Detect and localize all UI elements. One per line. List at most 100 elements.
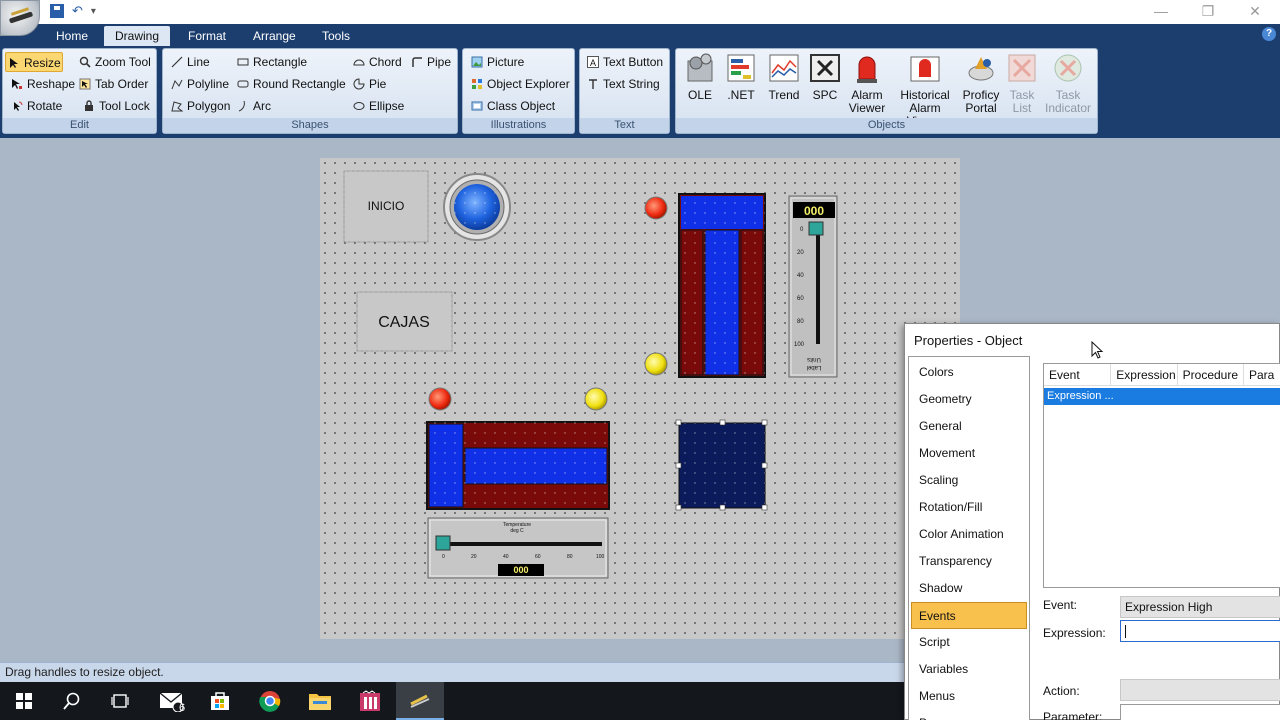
chord-button[interactable]: Chord <box>351 52 402 72</box>
polygon-button[interactable]: Polygon <box>169 96 230 116</box>
category-movement[interactable]: Movement <box>909 440 1029 467</box>
ifix-drawing-app[interactable] <box>396 682 444 720</box>
zoom-tool-button[interactable]: Zoom Tool <box>77 52 151 72</box>
store-app[interactable] <box>196 682 244 720</box>
text-button-button[interactable]: A Text Button <box>585 52 663 72</box>
line-button[interactable]: Line <box>169 52 210 72</box>
group-label-edit: Edit <box>3 118 156 133</box>
minimize-icon[interactable]: — <box>1138 3 1184 19</box>
category-colors[interactable]: Colors <box>909 359 1029 386</box>
round-rectangle-button[interactable]: Round Rectangle <box>235 74 346 94</box>
close-icon[interactable]: ✕ <box>1232 3 1278 20</box>
category-scaling[interactable]: Scaling <box>909 467 1029 494</box>
undo-icon[interactable]: ↶ <box>72 3 83 19</box>
picture-button[interactable]: Picture <box>469 52 524 72</box>
tab-drawing[interactable]: Drawing <box>104 26 170 46</box>
selected-square-object[interactable] <box>675 419 768 511</box>
ellipse-button[interactable]: Ellipse <box>351 96 404 116</box>
qat-dropdown-icon[interactable]: ▾ <box>91 6 96 17</box>
mouse-cursor-icon <box>1091 341 1104 359</box>
vertical-conveyor-graphic[interactable] <box>678 193 766 378</box>
zoom-tool-label: Zoom Tool <box>95 55 151 69</box>
horizontal-slider[interactable]: Temperature deg C 0 20 40 60 80 100 000 <box>427 517 609 579</box>
events-grid[interactable]: Event Expression Procedure Para Expressi… <box>1043 363 1280 588</box>
reshape-button[interactable]: Reshape <box>9 74 75 94</box>
hslider-tick-0: 0 <box>442 554 445 560</box>
vslider-tick-60: 60 <box>797 296 804 302</box>
action-dropdown[interactable] <box>1120 679 1280 701</box>
class-object-button[interactable]: Class Object <box>469 96 555 116</box>
vertical-slider[interactable]: 000 0 20 40 60 80 100 Label Units <box>788 195 838 378</box>
category-events[interactable]: Events <box>911 602 1027 629</box>
task-view-button[interactable] <box>96 682 144 720</box>
col-procedure[interactable]: Procedure <box>1178 364 1244 385</box>
category-script[interactable]: Script <box>909 629 1029 656</box>
arc-button[interactable]: Arc <box>235 96 271 116</box>
category-proper[interactable]: Proper <box>909 710 1029 720</box>
task-indicator-button[interactable]: Task Indicator <box>1042 51 1094 115</box>
category-shadow[interactable]: Shadow <box>909 575 1029 602</box>
alarm-viewer-button[interactable]: Alarm Viewer <box>846 51 888 115</box>
parameter-input[interactable] <box>1120 704 1280 720</box>
expression-input[interactable] <box>1120 620 1280 642</box>
category-rotation-fill[interactable]: Rotation/Fill <box>909 494 1029 521</box>
chrome-app[interactable] <box>246 682 294 720</box>
rotate-label: Rotate <box>27 99 63 113</box>
text-string-button[interactable]: Text String <box>585 74 660 94</box>
inicio-button[interactable]: INICIO <box>343 170 429 243</box>
proficy-portal-button[interactable]: Proficy Portal <box>960 51 1002 115</box>
save-icon[interactable] <box>50 4 64 18</box>
net-button[interactable]: .NET <box>722 51 760 102</box>
blue-push-button[interactable] <box>443 173 511 241</box>
tab-format[interactable]: Format <box>178 26 236 46</box>
start-button[interactable] <box>0 682 48 720</box>
rectangle-button[interactable]: Rectangle <box>235 52 307 72</box>
mail-app[interactable]: 6 <box>148 682 196 720</box>
col-expression[interactable]: Expression <box>1111 364 1178 385</box>
resize-button[interactable]: Resize <box>5 52 63 72</box>
object-explorer-button[interactable]: Object Explorer <box>469 74 570 94</box>
tool-lock-button[interactable]: Tool Lock <box>81 96 150 116</box>
tab-tools[interactable]: Tools <box>312 26 360 46</box>
tab-home[interactable]: Home <box>46 26 98 46</box>
events-grid-row[interactable]: Expression ... <box>1044 388 1280 405</box>
hslider-tick-80: 80 <box>567 554 573 560</box>
event-dropdown[interactable]: Expression High <box>1120 596 1280 618</box>
task-list-icon <box>1006 51 1038 85</box>
col-parameter[interactable]: Para <box>1244 364 1280 385</box>
tab-arrange[interactable]: Arrange <box>243 26 306 46</box>
task-list-button[interactable]: Task List <box>1004 51 1040 115</box>
pie-label: Pie <box>369 77 387 91</box>
restore-icon[interactable]: ❐ <box>1185 3 1231 20</box>
search-button[interactable] <box>48 682 96 720</box>
category-variables[interactable]: Variables <box>909 656 1029 683</box>
historical-alarm-viewer-button[interactable]: Historical Alarm Viewer <box>890 51 960 128</box>
resize-label: Resize <box>24 56 61 70</box>
help-icon[interactable]: ? <box>1262 27 1276 41</box>
category-color-animation[interactable]: Color Animation <box>909 521 1029 548</box>
polyline-button[interactable]: Polyline <box>169 74 229 94</box>
polygon-icon <box>171 101 183 112</box>
trend-button[interactable]: Trend <box>764 51 804 102</box>
pipe-button[interactable]: Pipe <box>409 52 451 72</box>
cajas-button[interactable]: CAJAS <box>356 291 453 352</box>
file-explorer-app[interactable] <box>296 682 344 720</box>
rotate-button[interactable]: Rotate <box>9 96 62 116</box>
category-transparency[interactable]: Transparency <box>909 548 1029 575</box>
col-event[interactable]: Event <box>1044 364 1112 385</box>
category-general[interactable]: General <box>909 413 1029 440</box>
category-geometry[interactable]: Geometry <box>909 386 1029 413</box>
ole-button[interactable]: OLE <box>680 51 720 102</box>
pie-button[interactable]: Pie <box>351 74 386 94</box>
canvas-objects: INICIO CAJAS 000 0 20 40 60 80 100 Label… <box>343 170 838 579</box>
tab-order-button[interactable]: Tab Order <box>77 74 148 94</box>
ifix-workspace-app[interactable] <box>346 682 394 720</box>
horizontal-conveyor-graphic[interactable] <box>426 421 610 510</box>
spc-button[interactable]: SPC <box>806 51 844 102</box>
properties-category-list: Colors Geometry General Movement Scaling… <box>908 356 1030 720</box>
vslider-tick-40: 40 <box>797 273 804 279</box>
category-menus[interactable]: Menus <box>909 683 1029 710</box>
svg-text:A: A <box>590 58 596 68</box>
drawing-canvas[interactable]: INICIO CAJAS 000 0 20 40 60 80 100 Label… <box>320 158 960 639</box>
class-object-label: Class Object <box>487 99 556 113</box>
